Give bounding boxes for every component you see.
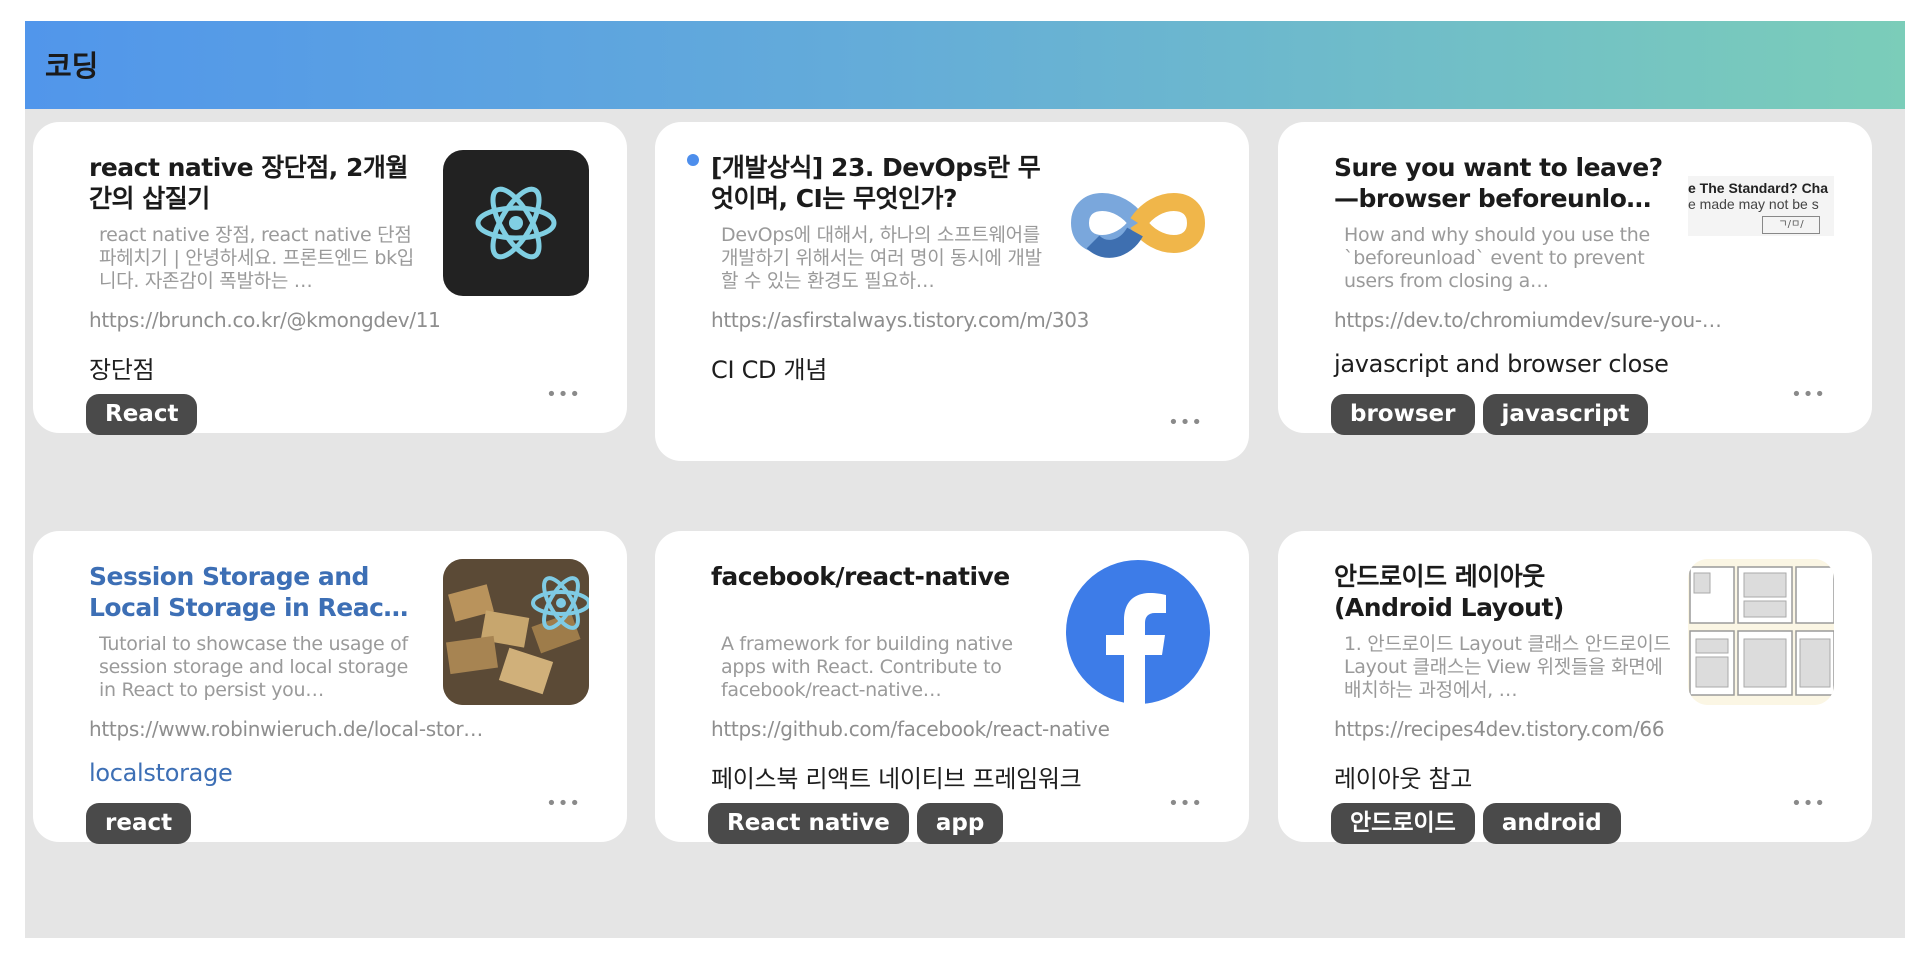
category-header: 코딩 xyxy=(25,21,1905,109)
browser-dialog-screenshot-icon[interactable]: e The Standard? Cha e made may not be s … xyxy=(1688,150,1834,296)
tag-chip[interactable]: react xyxy=(86,803,192,844)
bookmark-card[interactable]: Session Storage and Local Storage in Rea… xyxy=(33,531,627,844)
card-url[interactable]: https://dev.to/chromiumdev/sure-you-want… xyxy=(1334,308,1734,332)
more-options-icon[interactable]: ••• xyxy=(1791,793,1826,814)
card-url[interactable]: https://brunch.co.kr/@kmongdev/11 xyxy=(89,308,489,332)
bookmark-card[interactable]: Sure you want to leave?—browser beforeun… xyxy=(1278,122,1872,435)
more-options-icon[interactable]: ••• xyxy=(1168,412,1203,433)
tag-chip[interactable]: browser xyxy=(1331,394,1475,435)
tag-list: 안드로이드 android xyxy=(1331,803,1621,844)
tag-chip[interactable]: app xyxy=(916,803,1004,844)
card-memo: 페이스북 리액트 네이티브 프레임워크 xyxy=(711,765,1082,793)
tag-chip[interactable]: javascript xyxy=(1482,394,1649,435)
more-options-icon[interactable]: ••• xyxy=(546,384,581,405)
card-description: A framework for building native apps wit… xyxy=(721,633,1013,701)
tag-chip[interactable]: 안드로이드 xyxy=(1331,803,1475,844)
card-memo: javascript and browser close xyxy=(1334,350,1669,378)
card-title[interactable]: [개발상식] 23. DevOps란 무엇이며, CI는 무엇인가? xyxy=(711,152,1041,214)
facebook-logo-icon[interactable] xyxy=(1065,559,1211,705)
card-description: 1. 안드로이드 Layout 클래스 안드로이드 Layout 클래스는 Vi… xyxy=(1344,633,1671,701)
bookmark-board: 코딩 react native 장단점, 2개월간의 삽질기 react nat… xyxy=(25,21,1905,938)
category-title: 코딩 xyxy=(45,49,99,83)
unread-dot-icon xyxy=(687,154,699,166)
card-description: How and why should you use the `beforeun… xyxy=(1344,224,1650,292)
card-title[interactable]: facebook/react-native xyxy=(711,561,1041,592)
tag-chip[interactable]: React native xyxy=(708,803,909,844)
card-url[interactable]: https://www.robinwieruch.de/local-storag… xyxy=(89,717,489,741)
card-title[interactable]: 안드로이드 레이아웃 (Android Layout) xyxy=(1334,561,1664,623)
android-layout-diagram-icon[interactable] xyxy=(1688,559,1834,705)
card-url[interactable]: https://recipes4dev.tistory.com/66 xyxy=(1334,717,1734,741)
tag-list: React xyxy=(86,394,198,435)
card-memo: 레이아웃 참고 xyxy=(1334,765,1473,793)
bookmark-card[interactable]: react native 장단점, 2개월간의 삽질기 react native… xyxy=(33,122,627,435)
card-url[interactable]: https://asfirstalways.tistory.com/m/303 xyxy=(711,308,1111,332)
card-url[interactable]: https://github.com/facebook/react-native xyxy=(711,717,1111,741)
card-title[interactable]: Sure you want to leave?—browser beforeun… xyxy=(1334,152,1664,214)
card-memo: localstorage xyxy=(89,759,233,787)
card-description: react native 장점, react native 단점 파헤치기 | … xyxy=(99,224,414,292)
tag-list: React native app xyxy=(708,803,1004,844)
bookmark-card[interactable]: [개발상식] 23. DevOps란 무엇이며, CI는 무엇인가? DevOp… xyxy=(655,122,1249,461)
more-options-icon[interactable]: ••• xyxy=(1168,793,1203,814)
card-memo: 장단점 xyxy=(89,356,155,384)
react-logo-icon[interactable] xyxy=(443,150,589,296)
bookmark-card[interactable]: facebook/react-native A framework for bu… xyxy=(655,531,1249,844)
tag-list: browser javascript xyxy=(1331,394,1649,435)
card-description: DevOps에 대해서, 하나의 소프트웨어를 개발하기 위해서는 여러 명이 … xyxy=(721,224,1042,292)
card-description: Tutorial to showcase the usage of sessio… xyxy=(99,633,408,701)
more-options-icon[interactable]: ••• xyxy=(1791,384,1826,405)
tag-chip[interactable]: React xyxy=(86,394,198,435)
tag-list: react xyxy=(86,803,192,844)
bookmark-card[interactable]: 안드로이드 레이아웃 (Android Layout) 1. 안드로이드 Lay… xyxy=(1278,531,1872,844)
devops-infinity-icon[interactable] xyxy=(1065,150,1211,296)
more-options-icon[interactable]: ••• xyxy=(546,793,581,814)
card-title[interactable]: react native 장단점, 2개월간의 삽질기 xyxy=(89,152,419,214)
card-title[interactable]: Session Storage and Local Storage in Rea… xyxy=(89,561,419,623)
card-memo: CI CD 개념 xyxy=(711,356,828,384)
tag-chip[interactable]: android xyxy=(1482,803,1621,844)
woodpile-react-logo-icon[interactable] xyxy=(443,559,589,705)
